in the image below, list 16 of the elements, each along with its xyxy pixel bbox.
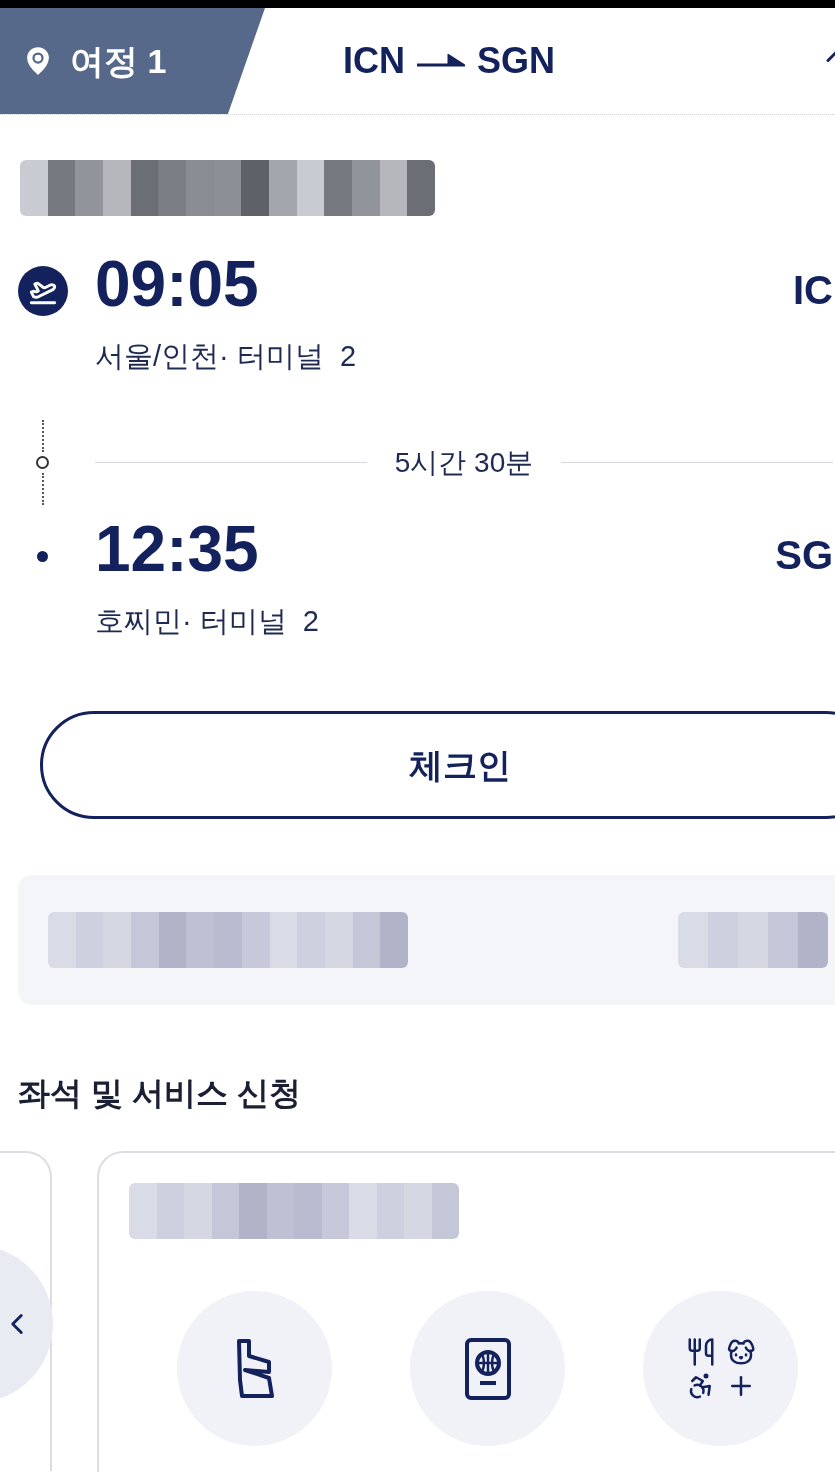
duration-text: 5시간 30분 [393, 445, 535, 480]
airport-code: IC [793, 267, 833, 314]
time-text: 12:35 [95, 512, 260, 587]
seat-icon [234, 1337, 275, 1400]
checkin-button[interactable]: 체크인 [40, 711, 835, 819]
place-text: 서울/인천· 터미널 2 [95, 339, 356, 374]
route-arrow-icon [417, 54, 465, 68]
section-title: 좌석 및 서비스 신청 [18, 1075, 301, 1111]
trip-tab[interactable]: 여정 1 [0, 8, 265, 114]
passport-icon [463, 1336, 512, 1401]
place-text: 호찌민· 터미널 2 [95, 604, 319, 639]
destination-code: SGN [477, 39, 555, 83]
origin-code: ICN [343, 39, 405, 83]
takeoff-icon [17, 266, 68, 316]
time-text: 09:05 [95, 247, 260, 322]
airport-code: SG [775, 532, 833, 579]
